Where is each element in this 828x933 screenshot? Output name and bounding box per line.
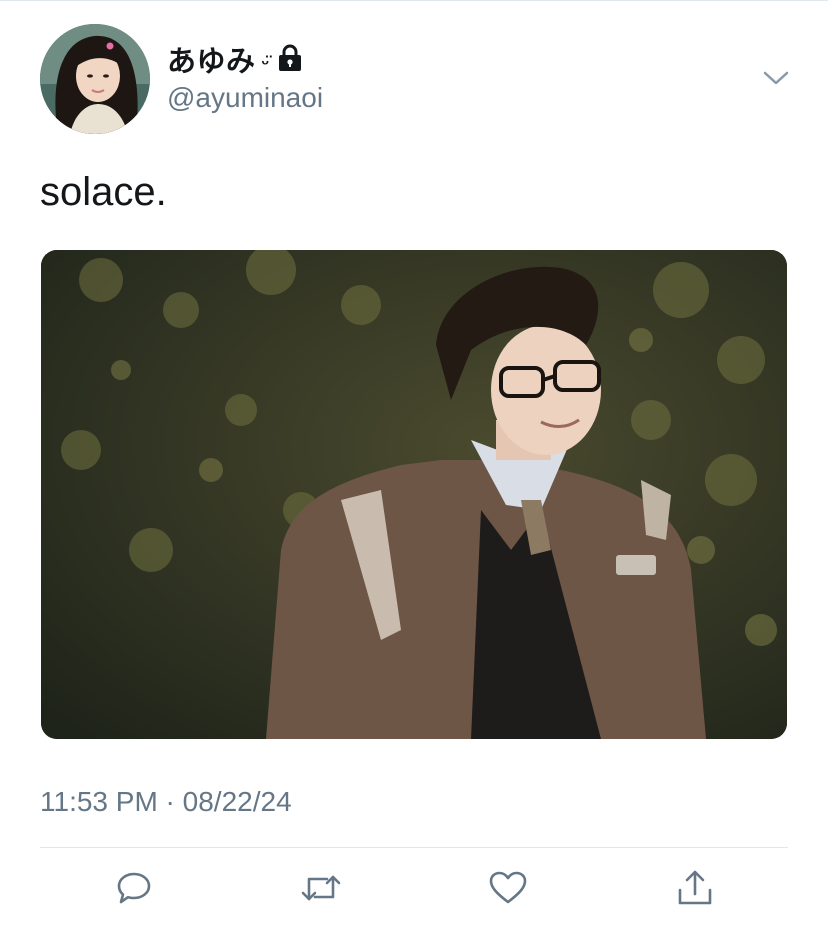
share-icon: [675, 868, 715, 913]
heart-icon: [488, 869, 528, 912]
tweet-timestamp[interactable]: 11:53 PM · 08/22/24: [40, 786, 292, 818]
display-name[interactable]: あゆみ: [167, 38, 256, 80]
action-bar: [0, 866, 828, 916]
share-button[interactable]: [671, 866, 719, 914]
tweet-text: solace.: [40, 170, 167, 214]
author-handle[interactable]: @ayuminaoi: [167, 82, 323, 114]
tweet-photo[interactable]: [41, 250, 787, 739]
avatar[interactable]: [40, 24, 150, 134]
lock-icon: [277, 44, 303, 77]
retweet-button[interactable]: [297, 866, 345, 914]
divider: [40, 847, 788, 848]
author-name-row[interactable]: あゆみ ᵕ̈: [167, 40, 303, 78]
top-border: [0, 0, 828, 1]
emoticon: ᵕ̈: [261, 52, 269, 73]
like-button[interactable]: [484, 866, 532, 914]
reply-button[interactable]: [110, 866, 158, 914]
chevron-down-icon[interactable]: [762, 68, 790, 88]
retweet-icon: [299, 869, 343, 912]
speech-bubble-icon: [115, 869, 153, 912]
